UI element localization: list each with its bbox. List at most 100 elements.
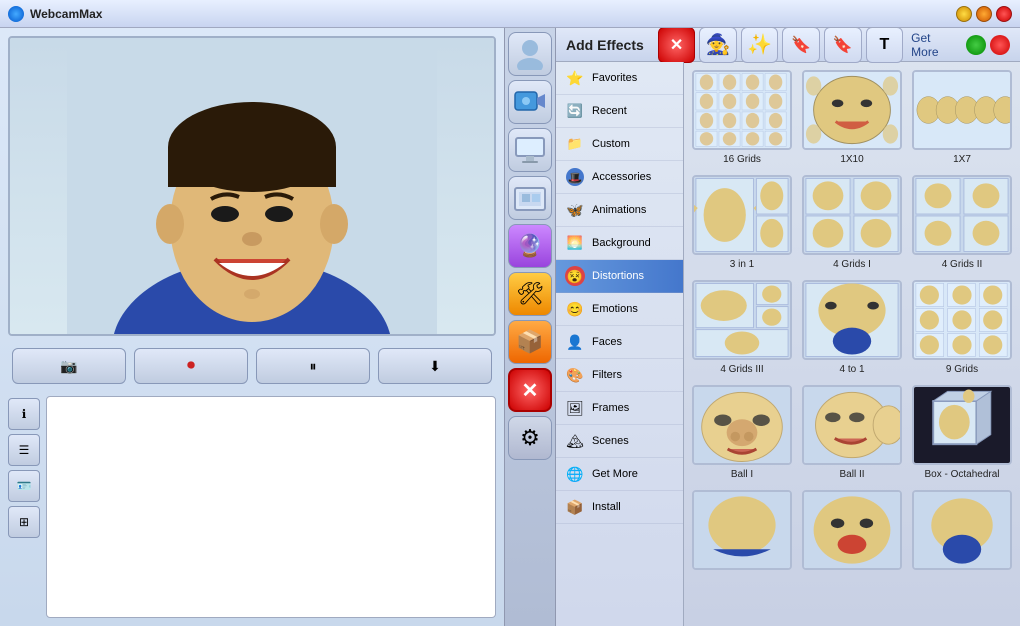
cat-recent-label: Recent: [592, 105, 627, 117]
cat-accessories-label: Accessories: [592, 171, 651, 183]
effect-1x7[interactable]: 1X7: [912, 70, 1012, 165]
close-button[interactable]: [996, 6, 1012, 22]
video-tool-button[interactable]: [508, 80, 552, 124]
effect-4gridsii-label: 4 Grids II: [942, 259, 983, 270]
info-text-area: [46, 396, 496, 618]
cat-distortions[interactable]: 😵 Distortions: [556, 260, 683, 293]
effects-wizard-icon: 🧙: [706, 32, 731, 57]
effects-sparkle-icon: ✨: [747, 32, 772, 57]
effect-balli[interactable]: Ball I: [692, 385, 792, 480]
id-button[interactable]: 🪪: [8, 470, 40, 502]
download-button[interactable]: ⬇: [378, 348, 492, 384]
cat-install-icon: 📦: [564, 496, 586, 518]
effects-wizard-button[interactable]: 🧙: [699, 28, 737, 63]
pause-button[interactable]: ⏸: [256, 348, 370, 384]
cat-favorites[interactable]: ⭐ Favorites: [556, 62, 683, 95]
cat-frames-label: Frames: [592, 402, 629, 414]
cat-filters[interactable]: 🎨 Filters: [556, 359, 683, 392]
controls-bar: 📷 ⏺ ⏸ ⬇: [8, 344, 496, 388]
effect-balli-label: Ball I: [731, 469, 753, 480]
app-title: WebcamMax: [30, 7, 102, 21]
effect-ballii[interactable]: Ball II: [802, 385, 902, 480]
cat-faces-label: Faces: [592, 336, 622, 348]
cat-get-more[interactable]: 🌐 Get More: [556, 458, 683, 491]
effects-title: Add Effects: [566, 37, 644, 53]
effect-4gridsiii-thumb: [692, 280, 792, 360]
monitor-tool-button[interactable]: [508, 128, 552, 172]
effects-close-button[interactable]: ✕: [658, 28, 696, 63]
cat-favorites-icon: ⭐: [564, 67, 586, 89]
effect-more3[interactable]: [912, 490, 1012, 574]
person-tool-button[interactable]: [508, 32, 552, 76]
cat-frames[interactable]: 🖼 Frames: [556, 392, 683, 425]
effect-4gridsi[interactable]: 4 Grids I: [802, 175, 902, 270]
info-button[interactable]: ℹ: [8, 398, 40, 430]
record-button[interactable]: ⏺: [134, 348, 248, 384]
cat-install[interactable]: 📦 Install: [556, 491, 683, 524]
cat-emotions-icon: 😊: [564, 298, 586, 320]
tools-tool-button[interactable]: 🛠: [508, 272, 552, 316]
tools-tool-icon: 🛠: [516, 281, 544, 307]
effect-1x10-label: 1X10: [840, 154, 863, 165]
close-tool-icon: ✕: [522, 378, 539, 403]
box-tool-button[interactable]: 📦: [508, 320, 552, 364]
camera-button[interactable]: 📷: [12, 348, 126, 384]
close-tool-button[interactable]: ✕: [508, 368, 552, 412]
cat-background[interactable]: 🌅 Background: [556, 227, 683, 260]
list-button[interactable]: ☰: [8, 434, 40, 466]
effect-16grids[interactable]: 16 Grids: [692, 70, 792, 165]
effect-9grids[interactable]: 9 Grids: [912, 280, 1012, 375]
cat-recent[interactable]: 🔄 Recent: [556, 95, 683, 128]
magic-tool-button[interactable]: 🔮: [508, 224, 552, 268]
effect-more1[interactable]: [692, 490, 792, 574]
categories-panel[interactable]: ⭐ Favorites 🔄 Recent 📁 Custom 🎩 Acce: [556, 62, 684, 626]
side-toolbar: 🔮 🛠 📦 ✕ ⚙: [504, 28, 556, 626]
effect-4gridsiii[interactable]: 4 Grids III: [692, 280, 792, 375]
right-panel: Add Effects ✕ 🧙 ✨ 🔖 🔖 T: [556, 28, 1020, 626]
cat-animations[interactable]: 🦋 Animations: [556, 194, 683, 227]
app-icon: [8, 6, 24, 22]
cat-custom[interactable]: 📁 Custom: [556, 128, 683, 161]
cat-scenes[interactable]: 🏔 Scenes: [556, 425, 683, 458]
effect-4to1[interactable]: 4 to 1: [802, 280, 902, 375]
effect-more2[interactable]: [802, 490, 902, 574]
effect-3in1[interactable]: 3 in 1: [692, 175, 792, 270]
effect-more2-thumb: [802, 490, 902, 570]
effect-16grids-thumb: [692, 70, 792, 150]
effects-add2-button[interactable]: 🔖: [824, 28, 862, 63]
cat-favorites-label: Favorites: [592, 72, 637, 84]
effect-4gridsii[interactable]: 4 Grids II: [912, 175, 1012, 270]
get-more-green-icon[interactable]: [966, 35, 986, 55]
person-silhouette: [10, 38, 494, 334]
photo-tool-icon: [514, 184, 546, 212]
effects-add1-button[interactable]: 🔖: [782, 28, 820, 63]
effects-sparkle-button[interactable]: ✨: [741, 28, 779, 63]
layout-button[interactable]: ⊞: [8, 506, 40, 538]
pause-icon: ⏸: [310, 358, 317, 375]
cat-get-more-label: Get More: [592, 468, 638, 480]
box-tool-icon: 📦: [516, 329, 543, 355]
effect-more3-thumb: [912, 490, 1012, 570]
effect-4gridsii-thumb: [912, 175, 1012, 255]
window-controls: [956, 6, 1012, 22]
effect-ballii-thumb: [802, 385, 902, 465]
maximize-button[interactable]: [976, 6, 992, 22]
get-more-red-icon[interactable]: [990, 35, 1010, 55]
cat-accessories[interactable]: 🎩 Accessories: [556, 161, 683, 194]
minimize-button[interactable]: [956, 6, 972, 22]
gear-tool-button[interactable]: ⚙: [508, 416, 552, 460]
effects-text-icon: T: [880, 36, 890, 54]
effects-text-button[interactable]: T: [866, 28, 904, 63]
effect-1x10[interactable]: 1X10: [802, 70, 902, 165]
left-panel: 📷 ⏺ ⏸ ⬇ ℹ ☰ 🪪 ⊞: [0, 28, 504, 626]
cat-faces[interactable]: 👤 Faces: [556, 326, 683, 359]
webcam-preview: [8, 36, 496, 336]
effect-box[interactable]: Box - Octahedral: [912, 385, 1012, 480]
cat-animations-label: Animations: [592, 204, 646, 216]
effects-grid-panel[interactable]: 16 Grids: [684, 62, 1020, 626]
cat-emotions[interactable]: 😊 Emotions: [556, 293, 683, 326]
title-bar: WebcamMax: [0, 0, 1020, 28]
photo-tool-button[interactable]: [508, 176, 552, 220]
get-more-link[interactable]: Get More: [911, 31, 958, 59]
main-content: 📷 ⏺ ⏸ ⬇ ℹ ☰ 🪪 ⊞: [0, 28, 1020, 626]
